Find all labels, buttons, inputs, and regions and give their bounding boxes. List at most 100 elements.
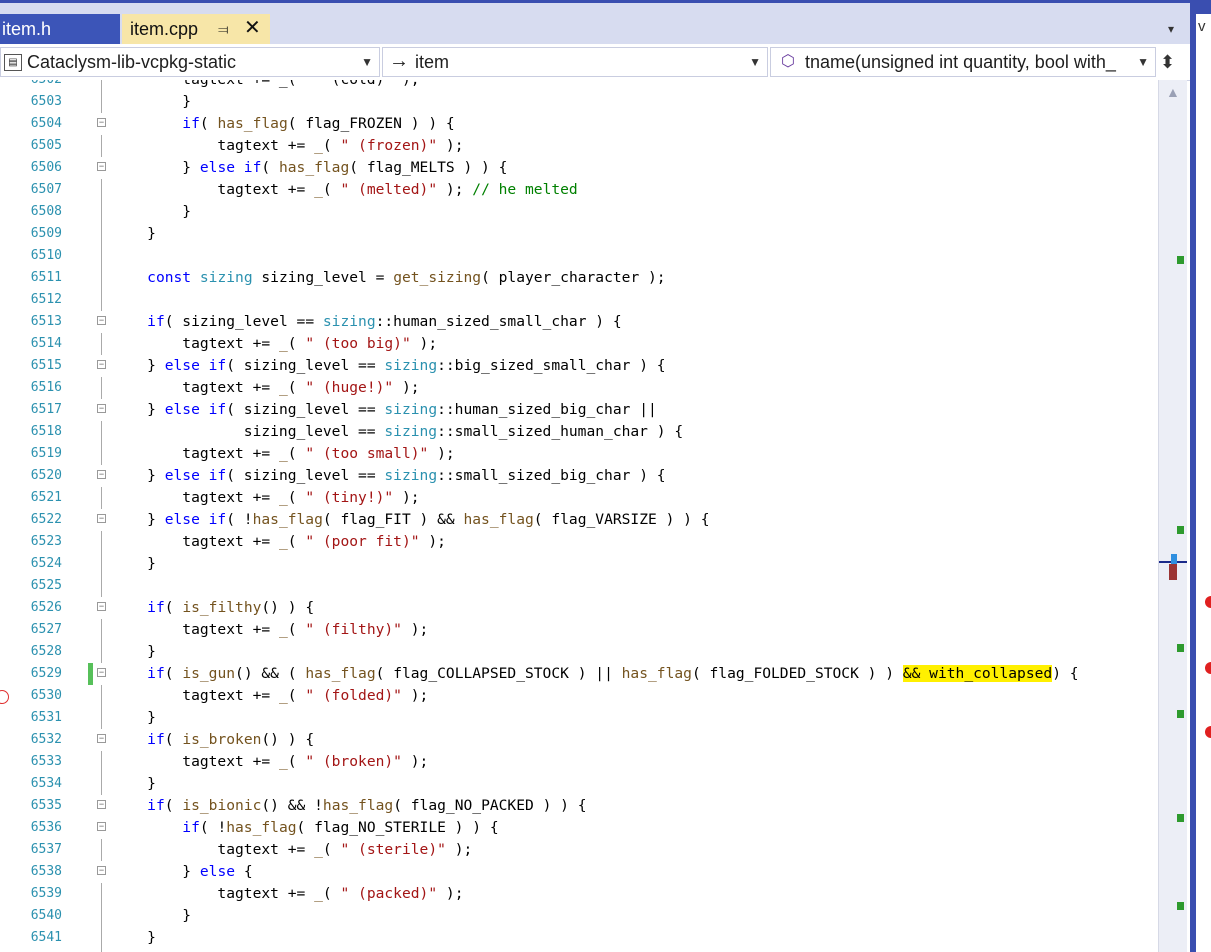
code-line[interactable]: 6524 }: [0, 553, 1158, 575]
code-token: ( sizing_level ==: [164, 313, 323, 330]
code-editor[interactable]: 6502 tagtext += _( " (cold)" );6503 }650…: [0, 80, 1158, 952]
outline-guide: [101, 641, 102, 663]
member-dropdown[interactable]: ⬡ tname(unsigned int quantity, bool with…: [770, 47, 1156, 77]
code-line[interactable]: 6509 }: [0, 223, 1158, 245]
code-line[interactable]: 6513 − if( sizing_level == sizing::human_…: [0, 311, 1158, 333]
code-token: ( flag_COLLAPSED_STOCK ) ||: [375, 665, 622, 682]
code-line[interactable]: 6521 tagtext += _( " (tiny!)" );: [0, 487, 1158, 509]
code-token: ::human_sized_small_char ) {: [375, 313, 622, 330]
code-line[interactable]: 6517 − } else if( sizing_level == sizing:…: [0, 399, 1158, 421]
code-token: ( sizing_level ==: [226, 467, 385, 484]
code-line[interactable]: 6533 tagtext += _( " (broken)" );: [0, 751, 1158, 773]
code-token: (: [287, 533, 306, 550]
code-line[interactable]: 6529 − if( is_gun() && ( has_flag( flag_C…: [0, 663, 1158, 685]
code-line[interactable]: 6525: [0, 575, 1158, 597]
code-token: " (folded)": [305, 687, 402, 704]
outline-guide: [101, 905, 102, 927]
code-token: tagtext +=: [112, 621, 279, 638]
code-token: );: [437, 885, 464, 902]
code-line[interactable]: 6503 }: [0, 91, 1158, 113]
code-line[interactable]: 6504 − if( has_flag( flag_FROZEN ) ) {: [0, 113, 1158, 135]
collapse-icon[interactable]: −: [97, 162, 106, 171]
code-token: (: [287, 489, 306, 506]
line-number: 6526: [30, 600, 62, 615]
collapse-icon[interactable]: −: [97, 470, 106, 479]
collapse-icon[interactable]: −: [97, 668, 106, 677]
error-marker: [1169, 564, 1177, 580]
chevron-down-icon[interactable]: ▼: [749, 48, 761, 76]
code-line[interactable]: 6526 − if( is_filthy() ) {: [0, 597, 1158, 619]
code-line[interactable]: 6536 − if( !has_flag( flag_NO_STERILE ) )…: [0, 817, 1158, 839]
code-line[interactable]: 6532 − if( is_broken() ) {: [0, 729, 1158, 751]
outline-guide: [101, 80, 102, 91]
code-line[interactable]: 6512: [0, 289, 1158, 311]
code-line[interactable]: 6505 tagtext += _( " (frozen)" );: [0, 135, 1158, 157]
project-name: Cataclysm-lib-vcpkg-static: [27, 52, 237, 72]
collapse-icon[interactable]: −: [97, 822, 106, 831]
scope-dropdown[interactable]: → item ▼: [382, 47, 768, 77]
code-line[interactable]: 6506 − } else if( has_flag( flag_MELTS ) …: [0, 157, 1158, 179]
collapse-icon[interactable]: −: [97, 404, 106, 413]
tab-item-h[interactable]: item.h: [0, 14, 120, 44]
pin-icon[interactable]: ⫤: [218, 14, 229, 44]
vertical-scrollbar[interactable]: ▲: [1158, 80, 1187, 952]
collapse-icon[interactable]: −: [97, 514, 106, 523]
code-line[interactable]: 6511 const sizing sizing_level = get_siz…: [0, 267, 1158, 289]
code-line[interactable]: 6527 tagtext += _( " (filthy)" );: [0, 619, 1158, 641]
collapse-icon[interactable]: −: [97, 316, 106, 325]
code-line[interactable]: 6507 tagtext += _( " (melted)" ); // he …: [0, 179, 1158, 201]
collapse-icon[interactable]: −: [97, 360, 106, 369]
code-line[interactable]: 6539 tagtext += _( " (packed)" );: [0, 883, 1158, 905]
code-line[interactable]: 6508 }: [0, 201, 1158, 223]
split-window-icon[interactable]: ⬍: [1160, 52, 1175, 73]
outline-guide: [101, 773, 102, 795]
project-dropdown[interactable]: ▤ Cataclysm-lib-vcpkg-static ▼: [0, 47, 380, 77]
code-text: }: [112, 905, 191, 927]
code-line[interactable]: 6541 }: [0, 927, 1158, 949]
code-token: if: [147, 665, 165, 682]
code-token: (: [164, 797, 183, 814]
code-token: _: [278, 379, 288, 396]
code-line[interactable]: 6528 }: [0, 641, 1158, 663]
code-line[interactable]: 6538 − } else {: [0, 861, 1158, 883]
line-number: 6531: [30, 710, 62, 725]
code-line[interactable]: 6520 − } else if( sizing_level == sizing:…: [0, 465, 1158, 487]
close-icon[interactable]: ✕: [244, 13, 261, 43]
chevron-down-icon[interactable]: ▾: [1168, 22, 1174, 36]
code-line[interactable]: 6510: [0, 245, 1158, 267]
code-line[interactable]: 6535 − if( is_bionic() && !has_flag( flag…: [0, 795, 1158, 817]
code-line[interactable]: 6516 tagtext += _( " (huge!)" );: [0, 377, 1158, 399]
code-line[interactable]: 6534 }: [0, 773, 1158, 795]
code-token: _: [314, 181, 323, 198]
code-line[interactable]: 6523 tagtext += _( " (poor fit)" );: [0, 531, 1158, 553]
code-token: _: [278, 533, 288, 550]
collapse-icon[interactable]: −: [97, 866, 106, 875]
chevron-down-icon[interactable]: ▼: [361, 48, 373, 76]
code-line[interactable]: 6540 }: [0, 905, 1158, 927]
code-text: tagtext += _( " (cold)" );: [112, 80, 419, 91]
code-line[interactable]: 6515 − } else if( sizing_level == sizing:…: [0, 355, 1158, 377]
code-line[interactable]: 6530 tagtext += _( " (folded)" );: [0, 685, 1158, 707]
collapse-icon[interactable]: −: [97, 734, 106, 743]
scroll-up-arrow-icon[interactable]: ▲: [1166, 84, 1180, 100]
tab-item-cpp[interactable]: item.cpp ⫤ ✕: [122, 14, 270, 44]
code-line[interactable]: 6519 tagtext += _( " (too small)" );: [0, 443, 1158, 465]
code-line[interactable]: 6537 tagtext += _( " (sterile)" );: [0, 839, 1158, 861]
code-line[interactable]: 6518 sizing_level == sizing::small_sized…: [0, 421, 1158, 443]
chevron-down-icon[interactable]: ▼: [1137, 48, 1149, 76]
collapse-icon[interactable]: −: [97, 118, 106, 127]
code-text: }: [112, 201, 191, 223]
line-number: 6525: [30, 578, 62, 593]
code-line[interactable]: 6514 tagtext += _( " (too big)" );: [0, 333, 1158, 355]
collapse-icon[interactable]: −: [97, 602, 106, 611]
code-token: tagtext += _( " (cold)" );: [112, 80, 419, 88]
code-token: }: [112, 555, 156, 572]
code-line[interactable]: 6502 tagtext += _( " (cold)" );: [0, 80, 1158, 91]
collapse-icon[interactable]: −: [97, 800, 106, 809]
code-token: _: [278, 489, 288, 506]
code-line[interactable]: 6522− } else if( !has_flag( flag_FIT ) &…: [0, 509, 1158, 531]
code-token: tagtext +=: [112, 753, 279, 770]
code-line[interactable]: 6531 }: [0, 707, 1158, 729]
